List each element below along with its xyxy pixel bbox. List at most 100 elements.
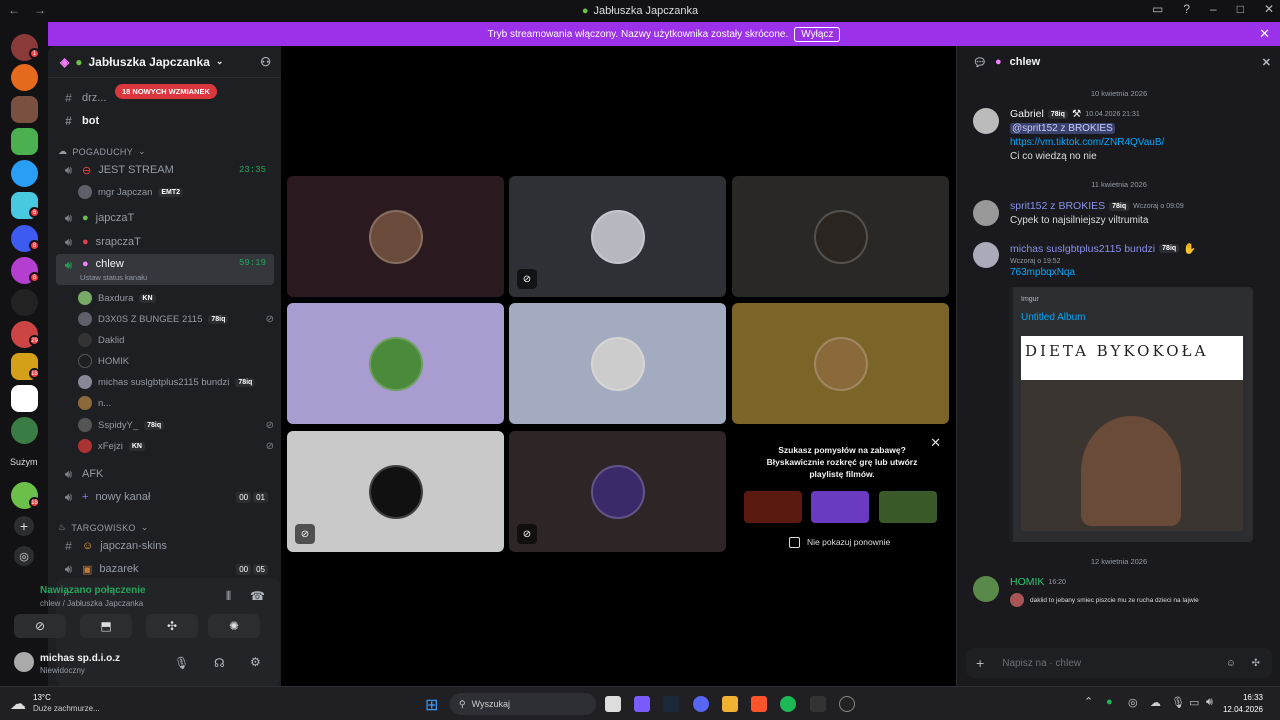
onedrive-icon[interactable]: ☁ xyxy=(1150,696,1161,709)
add-member-icon[interactable]: ⚇ xyxy=(260,55,271,69)
channel-japczan-skins[interactable]: # ☺ japczan-skins xyxy=(56,535,274,557)
activity-thumb[interactable] xyxy=(744,491,802,523)
message-link[interactable]: 763mpbqxNqa xyxy=(1010,267,1268,278)
participant-tile[interactable]: ⊘ xyxy=(509,176,726,297)
close-banner-icon[interactable]: ✕ xyxy=(1259,26,1270,42)
channel-jest-stream[interactable]: 🔊︎ ⊖ JEST STREAM 23:35 xyxy=(56,159,274,181)
disable-streamer-button[interactable]: Wyłącz xyxy=(794,26,841,42)
author-name[interactable]: HOMIK xyxy=(1010,576,1044,588)
embed-title[interactable]: Untitled Album xyxy=(1021,312,1085,323)
server-icon[interactable] xyxy=(11,160,38,187)
voice-user[interactable]: SspidyY_ 78iq ⊘ xyxy=(78,415,274,435)
voice-user[interactable]: HOMIK xyxy=(78,351,274,371)
participant-tile[interactable] xyxy=(732,176,949,297)
add-attachment-icon[interactable]: + xyxy=(976,655,984,671)
channel-chlew[interactable]: 🔊︎ ● chlew 59:19 Ustaw status kanału xyxy=(56,254,274,285)
discover-icon[interactable]: ◎ xyxy=(14,546,34,566)
user-mention[interactable]: @sprit152 z BROKIES xyxy=(1010,123,1115,134)
new-mentions-pill[interactable]: 18 NOWYCH WZMIANEK xyxy=(115,84,217,99)
inbox-icon[interactable]: ▭ xyxy=(1152,2,1163,16)
discord-icon[interactable] xyxy=(693,696,709,712)
apps-icon[interactable]: ✣ xyxy=(1252,658,1260,669)
participant-tile[interactable]: ⊘ xyxy=(287,431,504,552)
back-icon[interactable]: ← xyxy=(8,3,20,17)
channel-status[interactable]: Ustaw status kanału xyxy=(80,273,147,282)
participant-tile[interactable] xyxy=(287,303,504,424)
channel-nowy-kanal[interactable]: 🔊︎ + nowy kanał 00 01 xyxy=(56,486,274,508)
folder-label[interactable]: Sużym xyxy=(10,457,38,467)
link-embed[interactable]: Imgur Untitled Album DIETA BYKOKOŁA xyxy=(1009,287,1253,542)
headphones-icon[interactable]: ☊ xyxy=(214,656,225,670)
embed-image[interactable]: DIETA BYKOKOŁA xyxy=(1021,336,1243,531)
avatar[interactable] xyxy=(973,242,999,268)
channel-bazarek[interactable]: 🔊︎ ▣ bazarek 00 05 xyxy=(56,558,274,580)
activity-thumb[interactable] xyxy=(879,491,937,523)
participant-tile[interactable] xyxy=(287,176,504,297)
spotify-tray-icon[interactable]: ● xyxy=(1106,696,1113,708)
channel-srapczat[interactable]: 🔊︎ ● srapczaT xyxy=(56,231,274,253)
author-name[interactable]: michas suslgbtplus2115 bundzi xyxy=(1010,243,1155,255)
file-explorer-icon[interactable] xyxy=(722,696,738,712)
forward-icon[interactable]: → xyxy=(34,3,46,17)
activities-button[interactable]: ✣ xyxy=(146,614,198,638)
steam-icon[interactable] xyxy=(663,696,679,712)
voice-user[interactable]: n... xyxy=(78,393,274,413)
help-icon[interactable]: ? xyxy=(1183,2,1190,16)
author-name[interactable]: sprit152 z BROKIES xyxy=(1010,200,1105,212)
activity-thumb[interactable] xyxy=(811,491,869,523)
channel-japczat[interactable]: 🔊︎ ● japczaT xyxy=(56,207,274,229)
close-icon[interactable]: ✕ xyxy=(1264,2,1274,16)
soundboard-button[interactable]: ✺ xyxy=(208,614,260,638)
voice-user[interactable]: Baxdura KN xyxy=(78,288,274,308)
weather-temp[interactable]: 13°C xyxy=(33,693,51,702)
brave-icon[interactable] xyxy=(751,696,767,712)
server-icon[interactable] xyxy=(11,385,38,412)
chat-input-placeholder[interactable]: Napisz na · chlew xyxy=(1002,658,1081,669)
channel-bot[interactable]: # bot xyxy=(56,110,274,132)
server-icon[interactable] xyxy=(11,417,38,444)
voice-user[interactable]: Daklid xyxy=(78,330,274,350)
close-icon[interactable]: ✕ xyxy=(1262,56,1271,69)
weather-desc[interactable]: Duże zachmurze... xyxy=(33,704,100,713)
avatar[interactable] xyxy=(973,576,999,602)
settings-gear-icon[interactable]: ⚙ xyxy=(250,655,261,669)
voice-status[interactable]: Nawiązano połączenie xyxy=(40,585,146,596)
network-icon[interactable]: ▭ xyxy=(1189,696,1199,709)
clock-time[interactable]: 16:33 xyxy=(1227,693,1263,702)
avatar[interactable] xyxy=(973,108,999,134)
microphone-icon[interactable]: 🎙︎ xyxy=(1171,696,1185,709)
voice-user[interactable]: D3X0S Z BUNGEE 2115 78iq ⊘ xyxy=(78,309,274,329)
category-pogaduchy[interactable]: ☁ POGADUCHY ⌄ xyxy=(58,146,146,157)
soundboard-icon[interactable]: ⫴ xyxy=(226,589,231,604)
game-icon[interactable] xyxy=(810,696,826,712)
tray-icon[interactable]: ◎ xyxy=(1128,696,1138,709)
windows-start-icon[interactable]: ⊞ xyxy=(425,695,438,715)
screen-share-button[interactable]: ⬒ xyxy=(80,614,132,638)
server-icon[interactable] xyxy=(11,64,38,91)
participant-tile[interactable]: ⊘ xyxy=(509,431,726,552)
task-view-icon[interactable] xyxy=(605,696,621,712)
camera-off-button[interactable]: ⊘ xyxy=(14,614,66,638)
server-icon[interactable] xyxy=(11,96,38,123)
copilot-icon[interactable] xyxy=(634,696,650,712)
message-link[interactable]: https://vm.tiktok.com/ZNR4QVauB/ xyxy=(1010,137,1164,148)
clock-date[interactable]: 12.04.2026 xyxy=(1222,705,1263,714)
server-header[interactable]: ◈ ● Jabłuszka Japczanka ⌄ ⚇ xyxy=(48,46,281,78)
add-server-icon[interactable]: + xyxy=(14,516,34,536)
chat-message[interactable]: sprit152 z BROKIES 78iq Wczoraj o 09:09 Cy… xyxy=(973,200,1269,230)
chat-message[interactable]: michas suslgbtplus2115 bundzi 78iq ✋ Wczor… xyxy=(973,242,1269,287)
microphone-icon[interactable]: 🎙︎ xyxy=(174,656,189,670)
voice-user[interactable]: michas suslgbtplus2115 bundzi 78iq xyxy=(78,372,274,392)
taskbar-search[interactable]: ⚲ Wyszukaj xyxy=(450,693,596,715)
chat-message[interactable]: HOMIK 16:20 daklid to jebany smiec piszci… xyxy=(973,576,1269,616)
close-icon[interactable]: ✕ xyxy=(930,435,941,451)
server-icon[interactable] xyxy=(11,128,38,155)
minimize-icon[interactable]: – xyxy=(1210,2,1217,16)
participant-tile[interactable] xyxy=(509,303,726,424)
avatar[interactable] xyxy=(973,200,999,226)
checkbox[interactable] xyxy=(789,537,800,548)
voice-user[interactable]: xFejzi KN ⊘ xyxy=(78,436,274,456)
chat-message[interactable]: Gabriel 78iq ⚒ 10.04.2026 21:31 @sprit152 z… xyxy=(973,108,1269,168)
voice-user[interactable]: mgr Japczan EMT2 xyxy=(78,182,274,202)
avatar[interactable] xyxy=(14,652,34,672)
